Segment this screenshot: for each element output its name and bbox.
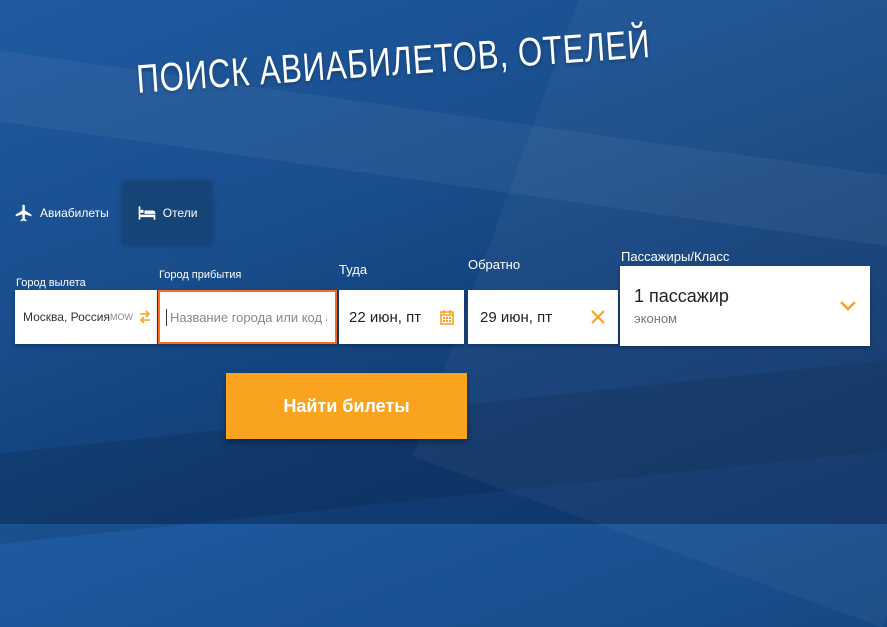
airplane-icon — [14, 203, 34, 223]
chevron-down-icon[interactable] — [840, 301, 856, 311]
hero-title: ПОИСК АВИАБИЛЕТОВ, ОТЕЛЕЙ — [135, 22, 652, 102]
search-tabs: Авиабилеты Отели — [0, 182, 212, 244]
return-label: Обратно — [468, 257, 521, 272]
return-date-value: 29 июн, пт — [480, 308, 553, 326]
from-field[interactable]: Москва, Россия MOW — [15, 290, 157, 344]
passengers-field[interactable]: 1 пассажир эконом — [620, 266, 870, 346]
from-code: MOW — [110, 312, 133, 322]
close-icon[interactable] — [590, 309, 606, 325]
from-label: Город вылета — [16, 277, 86, 289]
swap-icon[interactable] — [139, 310, 151, 324]
depart-date-value: 22 июн, пт — [349, 308, 422, 326]
tab-flights-label: Авиабилеты — [40, 206, 109, 220]
return-date-field[interactable]: 29 июн, пт — [468, 290, 618, 344]
tab-hotels-label: Отели — [162, 206, 198, 220]
search-button[interactable]: Найти билеты — [226, 373, 467, 439]
calendar-icon[interactable] — [440, 309, 454, 325]
to-input[interactable] — [166, 308, 329, 326]
tab-hotels[interactable]: Отели — [122, 182, 212, 244]
passengers-count: 1 пассажир — [634, 286, 729, 306]
passengers-label: Пассажиры/Класс — [621, 249, 730, 264]
to-field[interactable] — [158, 290, 337, 344]
from-value: Москва, Россия — [23, 310, 110, 324]
bed-icon — [137, 205, 157, 221]
tab-flights[interactable]: Авиабилеты — [0, 182, 123, 244]
passengers-text: 1 пассажир эконом — [634, 286, 729, 326]
depart-label: Туда — [339, 262, 368, 277]
passengers-class: эконом — [634, 311, 678, 326]
depart-date-field[interactable]: 22 июн, пт — [339, 290, 464, 344]
to-label: Город прибытия — [159, 269, 242, 281]
